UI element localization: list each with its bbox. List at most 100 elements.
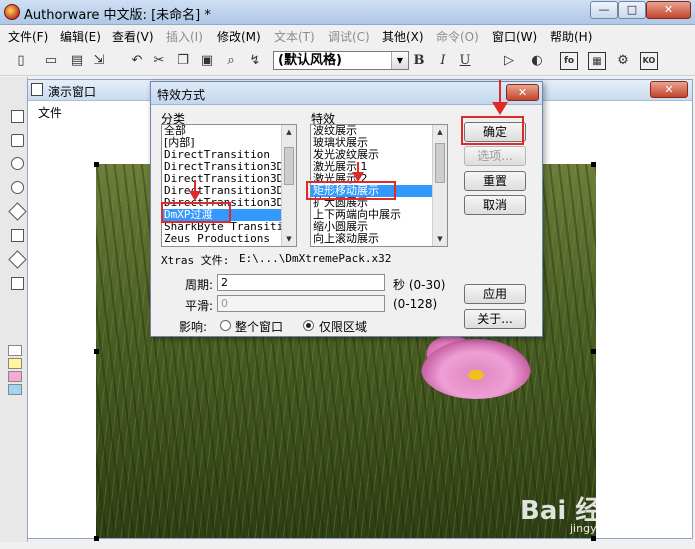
menu-debug[interactable]: 调试(C) bbox=[328, 28, 370, 45]
resize-handle-tl[interactable] bbox=[94, 162, 99, 167]
menu-edit[interactable]: 编辑(E) bbox=[60, 28, 101, 45]
smooth-range: (0-128) bbox=[393, 297, 438, 311]
menu-view[interactable]: 查看(V) bbox=[112, 28, 154, 45]
wait-icon[interactable] bbox=[11, 181, 24, 194]
menu-text[interactable]: 文本(T) bbox=[274, 28, 315, 45]
menu-insert[interactable]: 插入(I) bbox=[166, 28, 203, 45]
effect-item[interactable]: 向上滚动展示 bbox=[311, 233, 447, 245]
menu-bar: 文件(F) 编辑(E) 查看(V) 插入(I) 修改(M) 文本(T) 调试(C… bbox=[0, 25, 695, 46]
smooth-input[interactable]: 0 bbox=[217, 295, 385, 312]
presentation-menu-file[interactable]: 文件 bbox=[38, 104, 62, 121]
display-icon[interactable] bbox=[11, 110, 24, 123]
annotation-box-category bbox=[161, 202, 231, 223]
color-swatch-white[interactable] bbox=[8, 345, 22, 356]
functions-icon[interactable]: fo bbox=[560, 52, 578, 70]
category-list[interactable]: 全部 [内部] DirectTransition DirectTransitio… bbox=[161, 124, 297, 247]
category-scrollbar[interactable]: ▲ ▼ bbox=[281, 125, 296, 246]
color-swatch-pink[interactable] bbox=[8, 371, 22, 382]
presentation-close-button[interactable]: ✕ bbox=[650, 81, 688, 98]
scroll-thumb[interactable] bbox=[435, 143, 445, 183]
import-icon[interactable]: ⇲ bbox=[90, 52, 108, 70]
motion-icon[interactable] bbox=[11, 134, 24, 147]
options-button[interactable]: 选项... bbox=[464, 146, 526, 166]
underline-icon[interactable]: U bbox=[456, 52, 474, 70]
color-swatch-yellow[interactable] bbox=[8, 358, 22, 369]
erase-icon[interactable] bbox=[11, 157, 24, 170]
run-icon[interactable]: ▷ bbox=[500, 52, 518, 70]
menu-modify[interactable]: 修改(M) bbox=[217, 28, 261, 45]
affect-label: 影响: bbox=[179, 320, 208, 334]
resize-handle-mr[interactable] bbox=[591, 349, 596, 354]
style-select-value: (默认风格) bbox=[278, 53, 342, 68]
icon-palette bbox=[0, 77, 28, 542]
resize-handle-br[interactable] bbox=[591, 536, 596, 541]
annotation-box-effect bbox=[306, 181, 396, 200]
xtras-label: Xtras 文件: bbox=[161, 254, 230, 267]
radio-whole-window[interactable] bbox=[220, 320, 231, 331]
italic-icon[interactable]: I bbox=[434, 52, 452, 70]
apply-button[interactable]: 应用 bbox=[464, 284, 526, 304]
radio-region-only[interactable] bbox=[303, 320, 314, 331]
menu-other[interactable]: 其他(X) bbox=[382, 28, 424, 45]
scroll-thumb[interactable] bbox=[284, 147, 294, 185]
scroll-down-icon[interactable]: ▼ bbox=[283, 233, 295, 245]
dialog-close-button[interactable]: ✕ bbox=[506, 84, 539, 101]
resize-handle-tr[interactable] bbox=[591, 162, 596, 167]
presentation-window-icon bbox=[31, 83, 43, 96]
style-select[interactable]: (默认风格) ▼ bbox=[273, 51, 409, 70]
category-item[interactable]: Zeus Productions bbox=[162, 233, 296, 245]
save-icon[interactable]: ▤ bbox=[68, 52, 86, 70]
title-bar: Authorware 中文版: [未命名] * — □ ✕ bbox=[0, 0, 695, 25]
chevron-down-icon[interactable]: ▼ bbox=[391, 52, 408, 69]
annotation-arrow-ok bbox=[499, 80, 501, 104]
decision-icon[interactable] bbox=[8, 250, 27, 269]
calc-icon[interactable]: ⚙ bbox=[614, 52, 632, 70]
period-unit: 秒 (0-30) bbox=[393, 278, 446, 292]
menu-window[interactable]: 窗口(W) bbox=[492, 28, 537, 45]
variables-icon[interactable]: ▦ bbox=[588, 52, 606, 70]
maximize-button[interactable]: □ bbox=[618, 1, 646, 19]
about-button[interactable]: 关于... bbox=[464, 309, 526, 329]
radio-whole-window-label[interactable]: 整个窗口 bbox=[235, 318, 283, 335]
paste-icon[interactable]: ▣ bbox=[198, 52, 216, 70]
color-swatch-blue[interactable] bbox=[8, 384, 22, 395]
minimize-button[interactable]: — bbox=[590, 1, 618, 19]
annotation-box-ok bbox=[461, 116, 524, 145]
dialog-title-bar: 特效方式 ✕ bbox=[151, 82, 542, 105]
presentation-window-title: 演示窗口 bbox=[48, 85, 97, 99]
control-panel-icon[interactable]: ◐ bbox=[528, 52, 546, 70]
bold-icon[interactable]: B bbox=[410, 52, 428, 70]
framework-icon[interactable] bbox=[11, 229, 24, 242]
menu-command[interactable]: 命令(O) bbox=[436, 28, 479, 45]
interaction-icon[interactable] bbox=[11, 277, 24, 290]
open-icon[interactable]: ▭ bbox=[42, 52, 60, 70]
cancel-button[interactable]: 取消 bbox=[464, 195, 526, 215]
radio-region-only-label[interactable]: 仅限区域 bbox=[319, 318, 367, 335]
close-button[interactable]: ✕ bbox=[646, 1, 691, 19]
scroll-up-icon[interactable]: ▲ bbox=[434, 126, 446, 138]
pink-flower bbox=[421, 339, 531, 399]
reset-button[interactable]: 重置 bbox=[464, 171, 526, 191]
knowledge-objects-icon[interactable]: KO bbox=[640, 52, 658, 70]
menu-file[interactable]: 文件(F) bbox=[8, 28, 48, 45]
cut-icon[interactable]: ✂ bbox=[150, 52, 168, 70]
resize-handle-ml[interactable] bbox=[94, 349, 99, 354]
navigate-icon[interactable] bbox=[8, 202, 27, 221]
find-icon[interactable]: ⌕ bbox=[222, 52, 240, 70]
effect-scrollbar[interactable]: ▲ ▼ bbox=[432, 125, 447, 246]
window-title: Authorware 中文版: [未命名] * bbox=[24, 8, 211, 23]
scroll-down-icon[interactable]: ▼ bbox=[434, 233, 446, 245]
undo-icon[interactable]: ↶ bbox=[128, 52, 146, 70]
period-label: 周期: bbox=[185, 278, 214, 292]
xtras-path: E:\...\DmXtremePack.x32 bbox=[239, 252, 392, 265]
new-icon[interactable]: ▯ bbox=[12, 52, 30, 70]
annotation-arrowhead-effect bbox=[352, 172, 364, 182]
scroll-up-icon[interactable]: ▲ bbox=[283, 126, 295, 138]
resize-handle-bl[interactable] bbox=[94, 536, 99, 541]
period-input[interactable]: 2 bbox=[217, 274, 385, 291]
annotation-arrowhead-ok bbox=[492, 102, 508, 115]
copy-icon[interactable]: ❐ bbox=[174, 52, 192, 70]
menu-help[interactable]: 帮助(H) bbox=[550, 28, 592, 45]
text-style-icon[interactable]: ↯ bbox=[246, 52, 264, 70]
watermark-url: jingyan.baidu.com bbox=[570, 522, 672, 535]
